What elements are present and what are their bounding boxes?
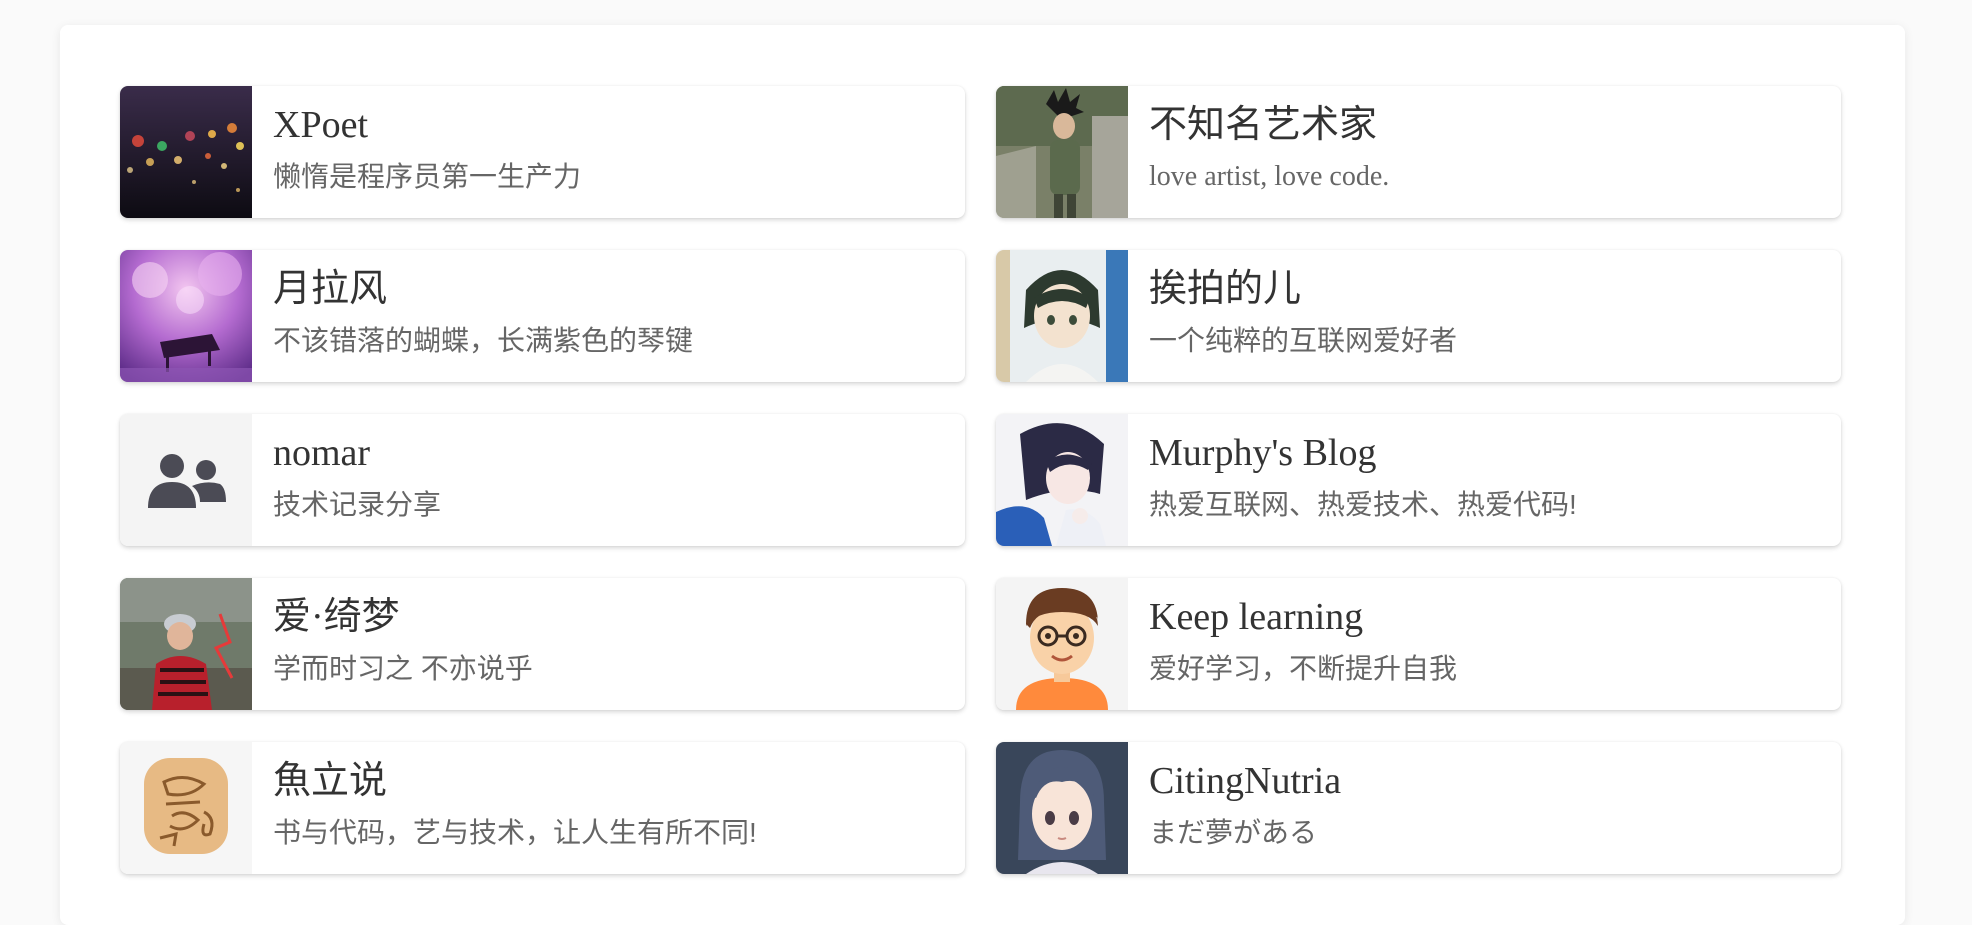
fish-seal-avatar [120, 742, 252, 874]
friend-description: 爱好学习，不断提升自我 [1149, 653, 1458, 684]
friend-description: love artist, love code. [1149, 161, 1390, 192]
friend-link-card[interactable]: 魚立说 书与代码，艺与技术，让人生有所不同! [120, 742, 965, 874]
friend-link-card[interactable]: CitingNutria まだ夢がある [996, 742, 1841, 874]
goku-cosplay-photo [996, 86, 1128, 218]
friend-name: 月拉风 [273, 268, 388, 310]
friend-link-card[interactable]: Keep learning 爱好学习，不断提升自我 [996, 578, 1841, 710]
friend-description: 一个纯粹的互联网爱好者 [1149, 325, 1458, 356]
bokeh-lights-photo [120, 86, 252, 218]
friend-links-panel: XPoet 懒惰是程序员第一生产力 不知名艺术家 love artist, lo… [60, 25, 1905, 925]
friend-name: 挨拍的儿 [1149, 268, 1302, 310]
friend-description: まだ夢がある [1149, 817, 1318, 848]
friend-description: 技术记录分享 [273, 489, 442, 520]
friend-description: 懒惰是程序员第一生产力 [273, 161, 582, 192]
friend-name: XPoet [273, 104, 368, 146]
friend-name: CitingNutria [1149, 760, 1342, 802]
friend-link-card[interactable]: 挨拍的儿 一个纯粹的互联网爱好者 [996, 250, 1841, 382]
friend-link-card[interactable]: XPoet 懒惰是程序员第一生产力 [120, 86, 965, 218]
cartoon-boy-glasses-avatar [996, 578, 1128, 710]
friend-name: 魚立说 [273, 760, 388, 802]
friend-description: 热爱互联网、热爱技术、热爱代码! [1149, 489, 1577, 520]
friend-description: 书与代码，艺与技术，让人生有所不同! [273, 817, 757, 848]
friend-name: 不知名艺术家 [1149, 104, 1378, 146]
friend-link-card[interactable]: 不知名艺术家 love artist, love code. [996, 86, 1841, 218]
anime-girl-avatar [996, 414, 1128, 546]
friend-link-card[interactable]: Murphy's Blog 热爱互联网、热爱技术、热爱代码! [996, 414, 1841, 546]
friend-links-grid: XPoet 懒惰是程序员第一生产力 不知名艺术家 love artist, lo… [120, 86, 1841, 874]
friend-name: Murphy's Blog [1149, 432, 1377, 474]
child-photo [120, 578, 252, 710]
user-group-icon [120, 414, 252, 546]
friend-link-card[interactable]: nomar 技术记录分享 [120, 414, 965, 546]
friend-name: nomar [273, 432, 371, 474]
friend-name: Keep learning [1149, 596, 1364, 638]
anime-girl-short-hair-avatar [996, 742, 1128, 874]
friend-name: 爱·绮梦 [273, 596, 400, 638]
friend-description: 学而时习之 不亦说乎 [273, 653, 533, 684]
anime-boy-avatar [996, 250, 1128, 382]
friend-link-card[interactable]: 月拉风 不该错落的蝴蝶，长满紫色的琴键 [120, 250, 965, 382]
purple-piano-photo [120, 250, 252, 382]
friend-link-card[interactable]: 爱·绮梦 学而时习之 不亦说乎 [120, 578, 965, 710]
friend-description: 不该错落的蝴蝶，长满紫色的琴键 [273, 325, 694, 356]
